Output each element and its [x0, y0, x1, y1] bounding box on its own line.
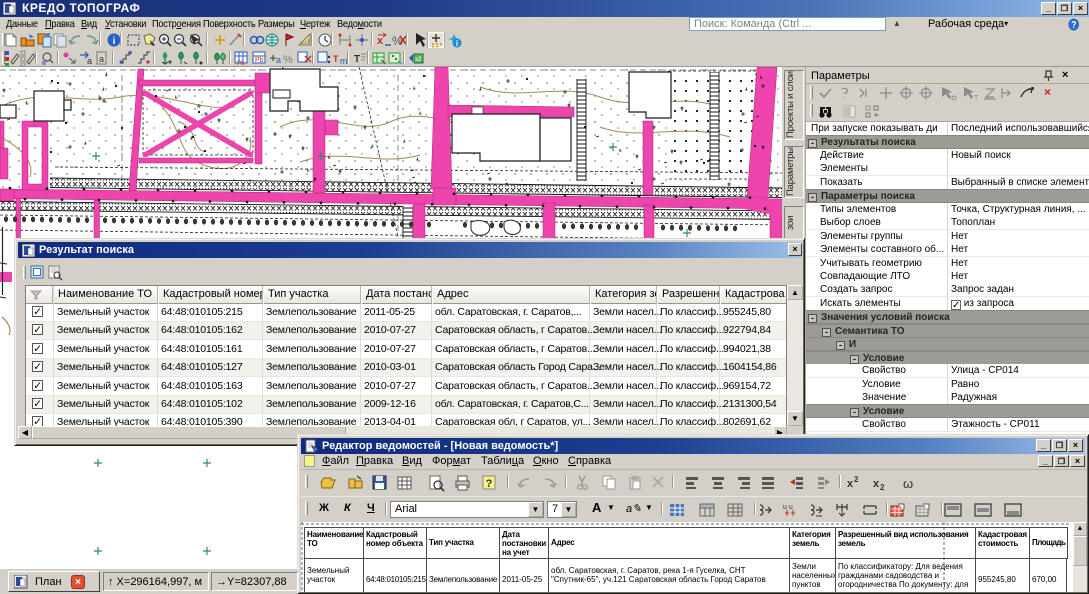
- svg-text:Pb: Pb: [237, 61, 245, 66]
- svg-text:Pb: Pb: [255, 57, 264, 64]
- svg-text:x: x: [847, 478, 854, 490]
- svg-text:T: T: [333, 54, 339, 64]
- svg-text:%: %: [283, 54, 293, 66]
- svg-text:a: a: [87, 56, 92, 66]
- svg-text:?: ?: [1071, 18, 1077, 30]
- svg-text:a: a: [276, 55, 281, 65]
- svg-text:x: x: [873, 478, 880, 490]
- svg-text:ω: ω: [903, 476, 913, 491]
- svg-text:2: 2: [880, 483, 885, 492]
- svg-text:T: T: [974, 95, 979, 101]
- svg-text:T: T: [354, 54, 360, 65]
- svg-text:?: ?: [486, 478, 493, 490]
- svg-text:a: a: [99, 54, 104, 64]
- svg-text:2: 2: [854, 475, 859, 484]
- svg-text:u u: u u: [783, 504, 793, 511]
- svg-text:i: i: [113, 36, 116, 47]
- svg-text:x2: x2: [415, 57, 422, 63]
- svg-text:i: i: [456, 39, 458, 48]
